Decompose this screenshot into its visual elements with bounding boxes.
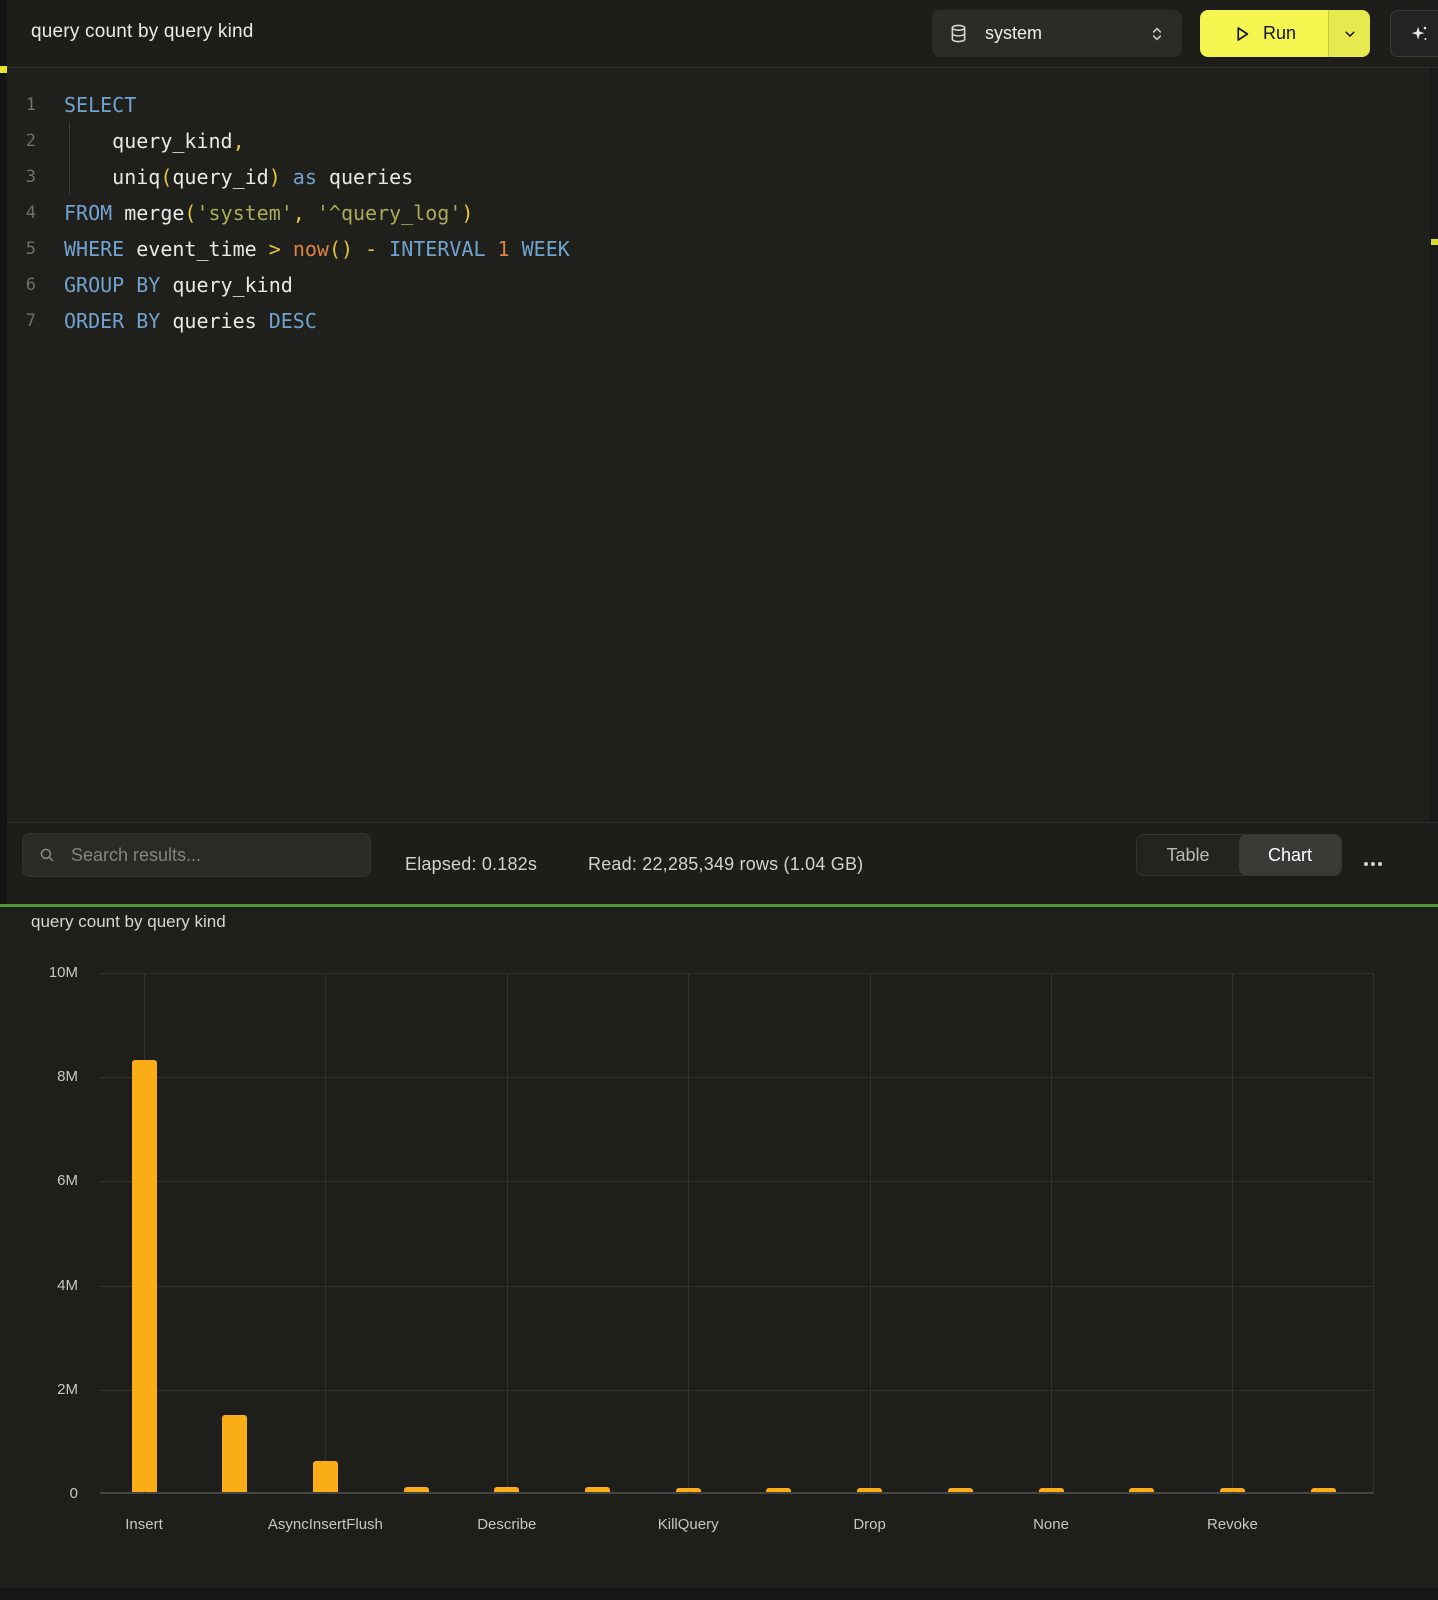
indent-guide [69, 122, 70, 194]
gridline-h [100, 973, 1374, 974]
search-icon [38, 846, 56, 864]
code-line: uniq(query_id) as queries [64, 159, 570, 195]
bar-none[interactable] [1039, 1488, 1064, 1492]
active-tab-marker [0, 66, 7, 73]
gridline-h [100, 1390, 1374, 1391]
gridline-v [870, 973, 871, 1494]
elapsed-stat: Elapsed: 0.182s [405, 823, 537, 905]
run-button-group: Run [1200, 10, 1370, 57]
chart-title: query count by query kind [31, 912, 226, 932]
database-selector[interactable]: system [932, 10, 1182, 57]
chart-panel: query count by query kind 0 2M 4M 6M 8M 10M I… [0, 907, 1438, 1600]
code-lines: SELECT query_kind, uniq(query_id) as que… [64, 87, 570, 339]
x-axis-tick: None [981, 1515, 1121, 1535]
y-axis-tick: 0 [20, 1484, 78, 1504]
bar-unlabeled-13[interactable] [1311, 1488, 1336, 1492]
x-axis-tick: Describe [437, 1515, 577, 1535]
run-options-button[interactable] [1328, 10, 1370, 57]
x-axis-tick: AsyncInsertFlush [255, 1515, 395, 1535]
bar-unlabeled-11[interactable] [1129, 1488, 1154, 1492]
y-axis-tick: 6M [20, 1171, 78, 1191]
bar-unlabeled-1[interactable] [222, 1415, 247, 1492]
y-axis-tick: 2M [20, 1380, 78, 1400]
gridline-h [100, 1181, 1374, 1182]
run-button[interactable]: Run [1200, 10, 1328, 57]
query-header: query count by query kind system [0, 0, 1438, 68]
bar-unlabeled-7[interactable] [766, 1488, 791, 1492]
view-toggle: Table Chart [1136, 834, 1342, 876]
bar-drop[interactable] [857, 1488, 882, 1492]
scrollbar-marker [1431, 239, 1438, 245]
tab-table[interactable]: Table [1137, 835, 1239, 875]
run-button-label: Run [1263, 23, 1296, 44]
bar-insert[interactable] [132, 1060, 157, 1492]
x-axis-tick: Revoke [1162, 1515, 1302, 1535]
gridline-v [1051, 973, 1052, 1494]
chevron-down-icon [1343, 27, 1357, 41]
read-stat: Read: 22,285,349 rows (1.04 GB) [588, 823, 863, 905]
editor-scrollbar[interactable] [1430, 69, 1438, 822]
x-axis-tick: Insert [74, 1515, 214, 1535]
gridline-v [1373, 973, 1374, 1494]
gridline-h [100, 1077, 1374, 1078]
database-icon [948, 23, 969, 44]
y-axis-tick: 4M [20, 1276, 78, 1296]
code-line: SELECT [64, 87, 570, 123]
bar-killquery[interactable] [676, 1488, 701, 1492]
search-results-input[interactable] [71, 845, 355, 866]
chart-plot [100, 973, 1374, 1494]
gridline-v [325, 973, 326, 1494]
bar-unlabeled-5[interactable] [585, 1487, 610, 1492]
database-selector-value: system [985, 23, 1042, 44]
bar-describe[interactable] [494, 1487, 519, 1492]
code-line: ORDER BY queries DESC [64, 303, 570, 339]
gridline-v [688, 973, 689, 1494]
y-axis-tick: 10M [20, 963, 78, 983]
ellipsis-icon [1364, 862, 1368, 866]
query-title: query count by query kind [31, 21, 254, 43]
bar-unlabeled-3[interactable] [404, 1487, 429, 1492]
ai-assist-button[interactable] [1390, 10, 1438, 57]
gridline-v [507, 973, 508, 1494]
gridline-v [1232, 973, 1233, 1494]
x-axis-tick: Drop [800, 1515, 940, 1535]
chevron-updown-icon [1148, 25, 1166, 43]
sql-console-window: query count by query kind system [0, 0, 1438, 1600]
bottom-edge-strip [0, 1588, 1438, 1600]
code-line: FROM merge('system', '^query_log') [64, 195, 570, 231]
more-options-button[interactable] [1356, 823, 1390, 905]
results-toolbar: Elapsed: 0.182s Read: 22,285,349 rows (1… [0, 822, 1438, 904]
sql-editor[interactable]: 1234567 SELECT query_kind, uniq(query_id… [0, 69, 1438, 822]
gridline-h [100, 1286, 1374, 1287]
left-edge-strip [0, 0, 7, 904]
play-icon [1232, 24, 1252, 44]
sparkles-icon [1408, 23, 1430, 45]
code-line: GROUP BY query_kind [64, 267, 570, 303]
search-results-box [22, 833, 371, 877]
x-axis-tick: KillQuery [618, 1515, 758, 1535]
code-line: WHERE event_time > now() - INTERVAL 1 WE… [64, 231, 570, 267]
code-line: query_kind, [64, 123, 570, 159]
y-axis-tick: 8M [20, 1067, 78, 1087]
bar-revoke[interactable] [1220, 1488, 1245, 1492]
tab-chart[interactable]: Chart [1239, 835, 1341, 875]
bar-asyncinsertflush[interactable] [313, 1461, 338, 1492]
bar-unlabeled-9[interactable] [948, 1488, 973, 1492]
